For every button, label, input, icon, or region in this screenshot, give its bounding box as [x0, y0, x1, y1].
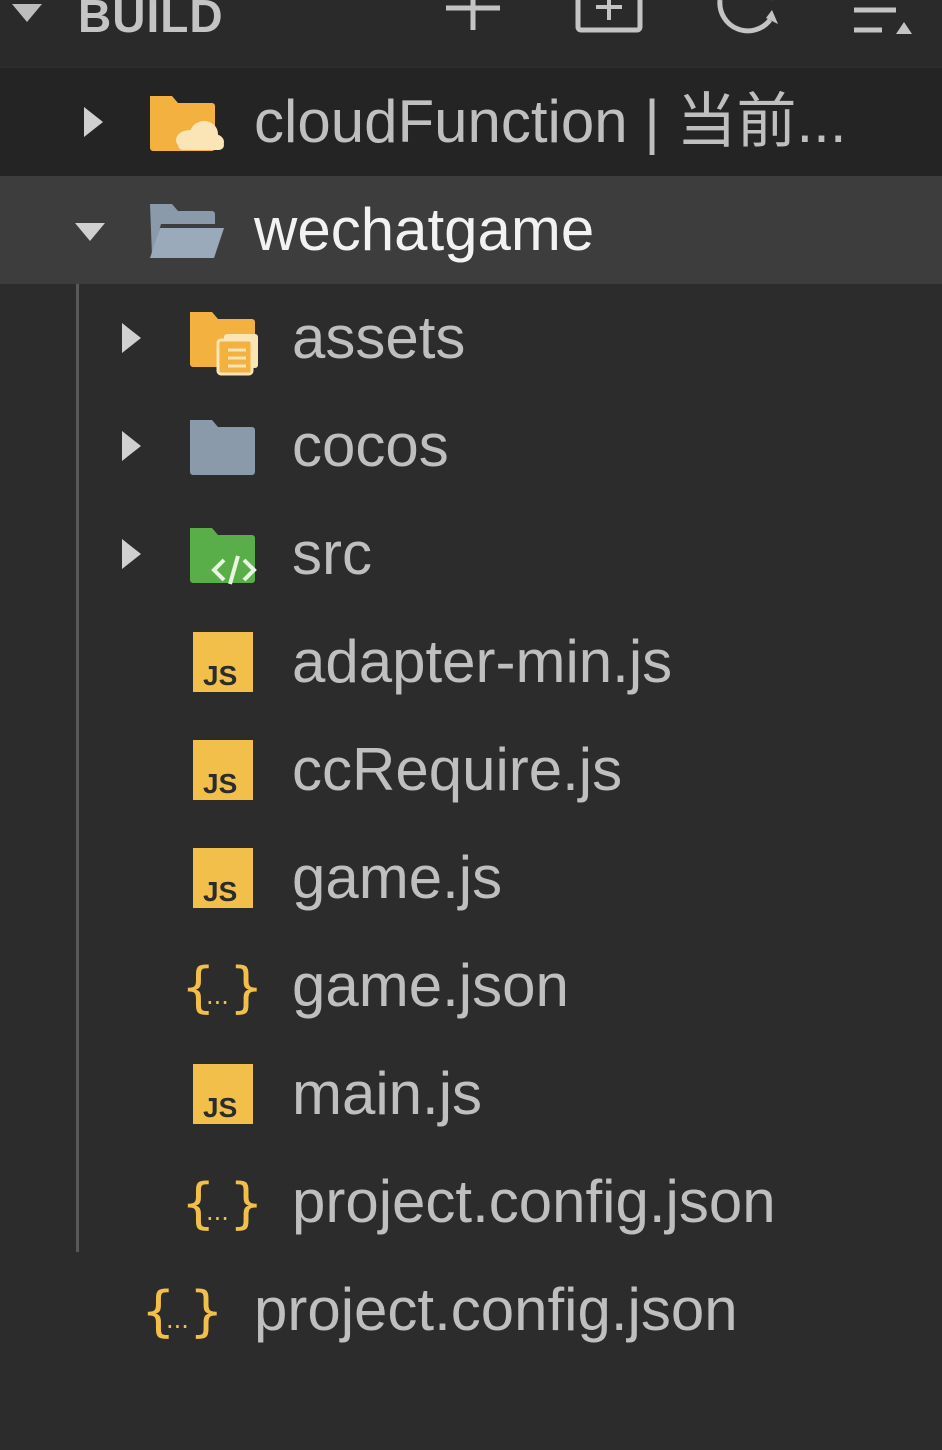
tree-item-cloudfunction[interactable]: cloudFunction | 当前...: [0, 68, 942, 176]
chevron-right-icon[interactable]: [122, 323, 141, 353]
tree-item-src[interactable]: src: [0, 500, 942, 608]
folder-icon: [188, 406, 268, 486]
tree-item-label: src: [292, 520, 372, 587]
tree-item-label: cocos: [292, 412, 449, 479]
plus-icon: [446, 0, 500, 30]
chevron-right-icon[interactable]: [84, 107, 103, 137]
svg-text:JS: JS: [203, 660, 237, 691]
tree-item-label: wechatgame: [254, 196, 595, 263]
svg-text:...: ...: [206, 982, 229, 1010]
sort-icon: [854, 7, 912, 34]
svg-text:}: }: [230, 956, 262, 1019]
chevron-right-icon[interactable]: [122, 431, 141, 461]
src-folder-icon: [188, 514, 268, 594]
tree-item-label: main.js: [292, 1060, 483, 1127]
js-file-icon: JS: [188, 730, 268, 810]
json-file-icon: { ... }: [182, 946, 263, 1026]
tree-item-project-config-json[interactable]: { ... } project.config.json: [0, 1148, 942, 1256]
folder-open-icon: [148, 190, 228, 270]
tree-item-label: cloudFunction | 当前...: [254, 88, 847, 155]
tree-item-label: game.json: [292, 952, 569, 1019]
refresh-button[interactable]: [712, 0, 782, 50]
new-folder-button[interactable]: [574, 0, 644, 50]
js-file-icon: JS: [188, 1054, 268, 1134]
js-file-icon: JS: [188, 622, 268, 702]
assets-folder-icon: [188, 298, 268, 378]
add-box-icon: [575, 0, 643, 33]
tree-item-label: project.config.json: [292, 1168, 776, 1235]
svg-text:...: ...: [166, 1306, 189, 1334]
tree-item-label: game.js: [292, 844, 503, 911]
svg-text:JS: JS: [203, 768, 237, 799]
svg-text:JS: JS: [203, 876, 237, 907]
tree-item-game-json[interactable]: { ... } game.json: [0, 932, 942, 1040]
tree-item-cocos[interactable]: cocos: [0, 392, 942, 500]
chevron-down-icon[interactable]: [75, 223, 105, 241]
section-title: BUILD: [78, 0, 224, 42]
svg-text:...: ...: [206, 1198, 229, 1226]
explorer-section-header[interactable]: BUILD: [0, 0, 942, 66]
refresh-icon: [717, 0, 778, 34]
cloud-folder-icon: [148, 82, 228, 162]
tree-item-main-js[interactable]: JS main.js: [0, 1040, 942, 1148]
json-file-icon: { ... }: [142, 1270, 223, 1350]
js-file-icon: JS: [188, 838, 268, 918]
tree-item-wechatgame[interactable]: wechatgame: [0, 176, 942, 284]
svg-text:}: }: [230, 1172, 262, 1235]
tree-item-ccrequire-js[interactable]: JS ccRequire.js: [0, 716, 942, 824]
collapse-all-button[interactable]: [852, 0, 922, 50]
tree-item-root-project-config-json[interactable]: { ... } project.config.json: [0, 1256, 942, 1364]
tree-item-adapter-min-js[interactable]: JS adapter-min.js: [0, 608, 942, 716]
tree-item-label: ccRequire.js: [292, 736, 623, 803]
chevron-down-icon[interactable]: [12, 4, 42, 22]
svg-text:JS: JS: [203, 1092, 237, 1123]
new-file-button[interactable]: [438, 0, 508, 50]
svg-text:}: }: [190, 1280, 222, 1343]
json-file-icon: { ... }: [182, 1162, 263, 1242]
chevron-right-icon[interactable]: [122, 539, 141, 569]
tree-item-game-js[interactable]: JS game.js: [0, 824, 942, 932]
explorer-panel: BUILD cloudFunction | 当前... wechatgame a…: [0, 0, 942, 1450]
tree-item-assets[interactable]: assets: [0, 284, 942, 392]
tree-item-label: project.config.json: [254, 1276, 738, 1343]
tree-item-label: adapter-min.js: [292, 628, 673, 695]
tree-item-label: assets: [292, 304, 466, 371]
